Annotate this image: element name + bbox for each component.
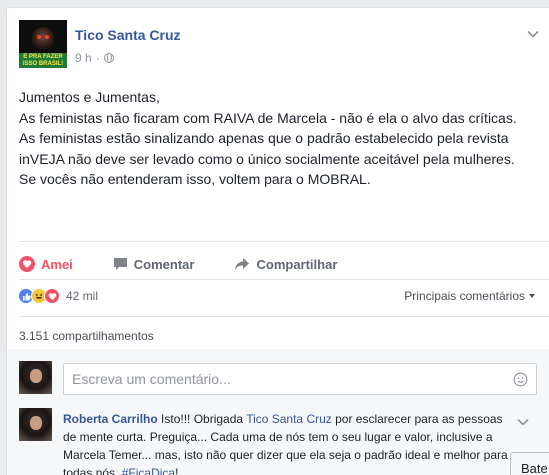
divider [19, 316, 549, 317]
comment-input[interactable] [64, 364, 494, 394]
post-line: Se vocês não entenderam isso, voltem par… [19, 171, 371, 187]
avatar-eye [45, 35, 49, 39]
post-line: As feministas estão sinalizando apenas q… [19, 130, 515, 167]
avatar-face [30, 369, 42, 383]
comment-button[interactable]: Comentar [113, 256, 195, 272]
emoji-icon[interactable] [513, 372, 528, 387]
globe-icon [103, 53, 114, 63]
avatar-eye [37, 35, 41, 39]
current-user-avatar[interactable] [19, 361, 52, 394]
commenter-avatar[interactable] [19, 408, 52, 441]
avatar-figure [32, 27, 54, 49]
comment-icon [113, 258, 127, 270]
comment-sort-dropdown[interactable]: Principais comentários [404, 289, 535, 303]
chevron-down-icon[interactable] [527, 28, 539, 40]
avatar-face [30, 416, 42, 430]
chat-tab[interactable]: Bate [510, 452, 549, 475]
post-line: As feministas não ficaram com RAIVA de M… [19, 109, 517, 126]
post-time[interactable]: 9 h [75, 51, 92, 65]
love-button[interactable]: Amei [19, 256, 73, 272]
comment-text: ! [175, 466, 179, 475]
caret-down-icon [529, 294, 535, 298]
comments-section: Roberta Carrilho Isto!!! Obrigada Tico S… [7, 349, 549, 475]
love-icon [44, 288, 60, 304]
comment-mention[interactable]: Tico Santa Cruz [246, 412, 332, 426]
comment-hashtag[interactable]: #FicaDica [122, 466, 175, 475]
comment-input-box[interactable] [63, 363, 537, 395]
post-body: Jumentos e Jumentas, As feministas não f… [19, 87, 539, 190]
share-button[interactable]: Compartilhar [234, 257, 337, 272]
post-author[interactable]: Tico Santa Cruz [75, 27, 181, 43]
author-avatar[interactable]: E PRA FAZER ISSO BRASIL! [19, 20, 67, 68]
share-count[interactable]: 3.151 compartilhamentos [19, 329, 154, 343]
comment-author[interactable]: Roberta Carrilho [63, 412, 158, 426]
reaction-summary[interactable]: 42 mil [18, 288, 98, 304]
share-icon [235, 258, 250, 270]
post-meta: 9 h · [75, 51, 114, 65]
love-label: Amei [41, 256, 73, 272]
comment-label: Comentar [133, 256, 195, 272]
divider [19, 241, 549, 242]
reaction-count: 42 mil [66, 289, 99, 303]
divider [19, 279, 549, 280]
sort-label: Principais comentários [404, 289, 525, 303]
love-icon [19, 256, 35, 272]
comment-body: Roberta Carrilho Isto!!! Obrigada Tico S… [63, 410, 513, 475]
comment-text: Isto!!! Obrigada [157, 412, 247, 426]
chat-tab-label: Bate [521, 461, 548, 475]
post-line: Jumentos e Jumentas, [19, 89, 160, 105]
avatar-banner: E PRA FAZER ISSO BRASIL! [19, 53, 67, 68]
chevron-down-icon[interactable] [517, 416, 529, 428]
post-card: E PRA FAZER ISSO BRASIL! Tico Santa Cruz… [6, 7, 549, 475]
share-label: Compartilhar [256, 256, 338, 272]
meta-separator: · [95, 51, 100, 65]
action-bar: Amei Comentar Compartilhar [19, 249, 377, 279]
